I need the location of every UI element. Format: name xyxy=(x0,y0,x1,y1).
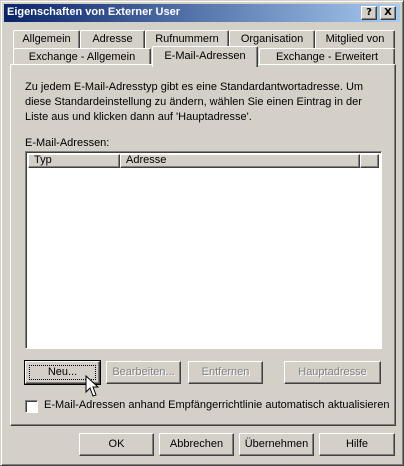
cancel-button[interactable]: Abbrechen xyxy=(159,433,234,456)
close-button[interactable]: X xyxy=(380,6,396,20)
tab-label: Adresse xyxy=(92,33,133,45)
tab-email-adressen[interactable]: E-Mail-Adressen xyxy=(152,46,258,67)
button-label: Entfernen xyxy=(201,366,250,378)
help-caption-button[interactable]: ? xyxy=(361,6,377,20)
email-address-list[interactable]: Typ Adresse xyxy=(25,151,382,349)
column-header-typ[interactable]: Typ xyxy=(28,154,120,168)
edit-button[interactable]: Bearbeiten... xyxy=(106,361,181,384)
button-label: Abbrechen xyxy=(169,438,224,450)
apply-button[interactable]: Übernehmen xyxy=(239,433,314,456)
button-label: Bearbeiten... xyxy=(112,366,175,378)
window-title: Eigenschaften von Externer User xyxy=(7,6,181,18)
auto-update-checkbox-label[interactable]: E-Mail-Adressen anhand Empfängerrichtlin… xyxy=(44,399,389,411)
tab-panel: Zu jedem E-Mail-Adresstyp gibt es eine S… xyxy=(10,64,396,426)
button-label: Hilfe xyxy=(345,438,368,450)
column-header-adresse[interactable]: Adresse xyxy=(120,154,360,168)
email-list-label: E-Mail-Adressen: xyxy=(25,137,110,149)
tab-label: Exchange - Erweitert xyxy=(275,51,379,63)
tab-mitglied-von[interactable]: Mitglied von xyxy=(315,30,395,48)
button-label: Übernehmen xyxy=(244,438,309,450)
tab-adresse[interactable]: Adresse xyxy=(80,30,145,48)
remove-button[interactable]: Entfernen xyxy=(188,361,263,384)
help-button[interactable]: Hilfe xyxy=(319,433,395,456)
button-label: OK xyxy=(108,438,125,450)
tab-allgemein[interactable]: Allgemein xyxy=(13,30,80,48)
primary-address-button[interactable]: Hauptadresse xyxy=(284,361,381,384)
question-mark-icon: ? xyxy=(366,7,372,18)
title-bar[interactable]: Eigenschaften von Externer User ? X xyxy=(4,4,400,22)
button-label: Hauptadresse xyxy=(298,366,367,378)
tab-label: Organisation xyxy=(240,33,304,45)
description-text: Zu jedem E-Mail-Adresstyp gibt es eine S… xyxy=(25,81,364,123)
tab-label: Rufnummern xyxy=(155,33,219,45)
tab-label: Allgemein xyxy=(22,33,71,45)
tab-label: E-Mail-Adressen xyxy=(164,50,246,62)
tab-label: Exchange - Allgemein xyxy=(28,51,136,63)
tab-label: Mitglied von xyxy=(325,33,385,45)
column-header-label: Adresse xyxy=(126,154,167,166)
mouse-pointer-icon xyxy=(85,375,99,397)
column-header-label: Typ xyxy=(34,154,52,166)
column-header-filler xyxy=(360,154,379,168)
ok-button[interactable]: OK xyxy=(79,433,154,456)
close-icon: X xyxy=(384,7,392,18)
auto-update-checkbox[interactable] xyxy=(25,400,38,413)
properties-dialog: Eigenschaften von Externer User ? X Allg… xyxy=(0,0,404,466)
